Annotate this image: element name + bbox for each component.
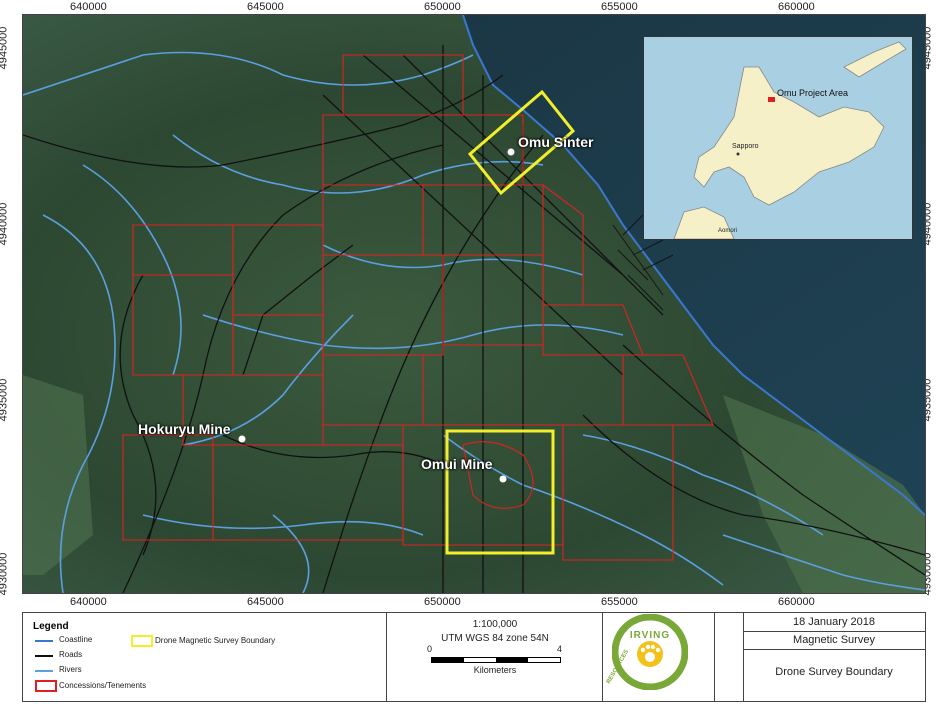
rivers-swatch bbox=[35, 670, 53, 672]
omui-mine-label: Omui Mine bbox=[421, 456, 493, 472]
x-tick-bottom-640000: 640000 bbox=[70, 596, 107, 608]
inset-canvas bbox=[644, 37, 912, 239]
omu-project-area-label: Omu Project Area bbox=[777, 88, 849, 98]
coastline-swatch bbox=[35, 640, 53, 642]
drone-boundary-swatch bbox=[131, 635, 153, 647]
x-tick-top-660000: 660000 bbox=[778, 1, 815, 13]
title-date: 18 January 2018 bbox=[793, 616, 875, 628]
x-tick-bottom-660000: 660000 bbox=[778, 596, 815, 608]
x-tick-bottom-645000: 645000 bbox=[247, 596, 284, 608]
hokuryu-mine-label: Hokuryu Mine bbox=[138, 421, 231, 437]
projection-label: UTM WGS 84 zone 54N bbox=[441, 633, 549, 644]
scale-unit: Kilometers bbox=[473, 665, 517, 675]
concessions-swatch bbox=[35, 680, 57, 692]
x-tick-top-655000: 655000 bbox=[601, 1, 638, 13]
legend-concessions: Concessions/Tenements bbox=[59, 681, 147, 690]
logo-text-top: IRVING bbox=[629, 630, 671, 641]
scale-ratio: 1:100,000 bbox=[472, 619, 518, 630]
legend-drone-boundary: Drone Magnetic Survey Boundary bbox=[155, 636, 276, 645]
y-tick-left-4940000: 4940000 bbox=[0, 202, 10, 246]
legend-title: Legend bbox=[33, 621, 69, 632]
legend-rivers: Rivers bbox=[59, 665, 82, 674]
project-area-marker bbox=[768, 97, 775, 102]
legend-panel: Legend Coastline Roads Rivers Concession… bbox=[22, 612, 388, 702]
map-figure: 640000 645000 650000 655000 660000 64000… bbox=[0, 0, 950, 704]
scale-bar bbox=[431, 657, 561, 663]
x-tick-top-645000: 645000 bbox=[247, 1, 284, 13]
aomori-label: Aomori bbox=[718, 228, 738, 234]
omu-sinter-label: Omu Sinter bbox=[518, 134, 594, 150]
x-tick-top-640000: 640000 bbox=[70, 1, 107, 13]
legend-roads: Roads bbox=[59, 650, 83, 659]
title-block: 18 January 2018 Magnetic Survey Drone Su… bbox=[714, 612, 926, 702]
inset-map[interactable]: Omu Project Area Sapporo Aomori bbox=[643, 36, 913, 240]
irving-resources-logo: IRVING RESOURCES bbox=[606, 613, 689, 691]
sapporo-label: Sapporo bbox=[732, 143, 759, 150]
y-tick-left-4930000: 4930000 bbox=[0, 552, 10, 596]
sapporo-dot bbox=[736, 152, 740, 156]
roads-swatch bbox=[35, 655, 53, 657]
title-subject: Drone Survey Boundary bbox=[775, 666, 893, 678]
omui-mine-point bbox=[499, 475, 507, 483]
scale-panel: 1:100,000 UTM WGS 84 zone 54N 0 4 Kilome… bbox=[386, 612, 604, 702]
y-tick-left-4945000: 4945000 bbox=[0, 26, 10, 70]
title-survey: Magnetic Survey bbox=[793, 634, 875, 646]
scale-end: 4 bbox=[557, 644, 563, 654]
legend-coastline: Coastline bbox=[59, 635, 93, 644]
x-tick-bottom-650000: 650000 bbox=[424, 596, 461, 608]
x-tick-bottom-655000: 655000 bbox=[601, 596, 638, 608]
scale-start: 0 bbox=[427, 644, 433, 654]
y-tick-left-4935000: 4935000 bbox=[0, 378, 10, 422]
x-tick-top-650000: 650000 bbox=[424, 1, 461, 13]
omu-sinter-point bbox=[507, 148, 515, 156]
hokuryu-mine-point bbox=[238, 435, 246, 443]
